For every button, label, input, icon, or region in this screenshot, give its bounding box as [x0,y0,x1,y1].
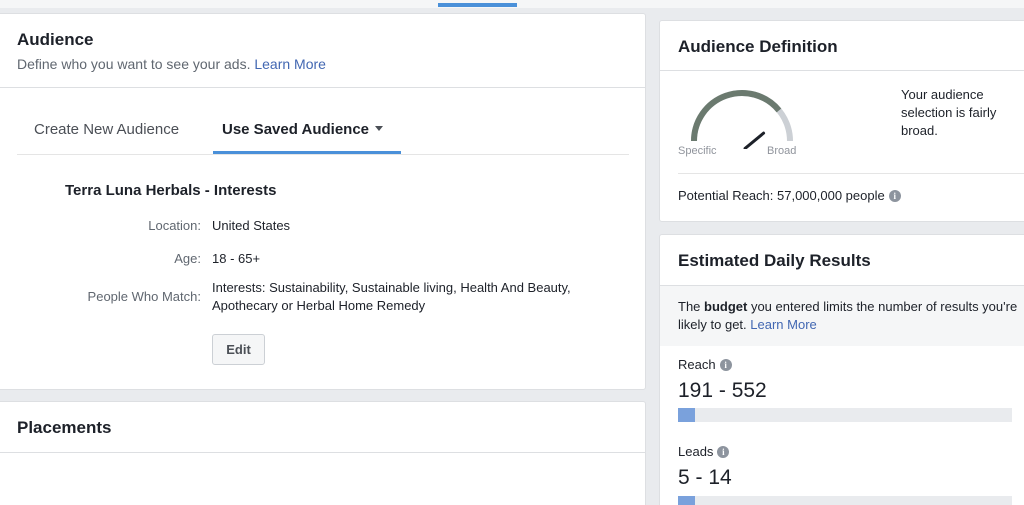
tab-use-saved-audience-label: Use Saved Audience [222,121,370,138]
placements-card: Placements [0,401,646,505]
top-tab-indicator [438,3,517,7]
potential-reach-text: Potential Reach: 57,000,000 people [678,188,885,203]
budget-note-text: The budget you entered limits the number… [678,298,1018,334]
info-icon[interactable]: i [888,189,901,202]
location-label: Location: [148,218,201,233]
leads-label: Leads i [678,444,730,459]
leads-bar-fill [678,496,695,505]
tab-create-new-audience[interactable]: Create New Audience [34,121,179,138]
audience-definition-description: Your audience selection is fairly broad. [901,87,997,138]
budget-note-before: The [678,299,705,314]
audience-gauge [691,90,793,149]
budget-note: The budget you entered limits the number… [660,286,1024,346]
reach-label-text: Reach [678,357,716,372]
audience-card: Audience Define who you want to see your… [0,13,646,390]
info-icon[interactable]: i [717,445,730,458]
active-tab-underline [213,151,401,154]
reach-bar [678,408,1012,422]
location-value: United States [212,218,291,233]
tab-use-saved-audience[interactable]: Use Saved Audience [222,121,384,138]
audience-title: Audience [17,30,94,49]
people-match-value: Interests: Sustainability, Sustainable l… [212,279,571,315]
reach-value: 191 - 552 [678,379,767,402]
people-match-line-2: Apothecary or Herbal Home Remedy [212,298,426,313]
placements-divider [0,452,645,453]
audience-definition-card: Audience Definition Specific Broad Your … [659,20,1024,222]
gauge-track [691,90,793,142]
caret-down-icon [375,125,384,131]
budget-note-bold: budget [704,299,748,314]
reach-bar-fill [678,408,695,422]
audience-subtitle-text: Define who you want to see your ads. [17,56,251,72]
saved-audience-name: Terra Luna Herbals - Interests [65,182,277,199]
audience-learn-more-link[interactable]: Learn More [254,56,326,72]
leads-value: 5 - 14 [678,466,732,489]
age-value: 18 - 65+ [212,251,261,266]
gauge-broad-label: Broad [767,145,797,157]
edit-button[interactable]: Edit [212,334,265,365]
leads-label-text: Leads [678,444,714,459]
audience-subtitle: Define who you want to see your ads. Lea… [17,56,326,72]
gauge-needle [743,131,766,149]
age-label: Age: [174,251,201,266]
definition-inner-divider [678,173,1024,174]
people-match-label: People Who Match: [87,289,201,304]
reach-label: Reach i [678,357,732,372]
gauge-level-arc [691,90,782,142]
leads-bar [678,496,1012,505]
estimated-results-title: Estimated Daily Results [678,251,871,270]
estimated-daily-results-card: Estimated Daily Results The budget you e… [659,234,1024,505]
audience-tabs: Create New Audience Use Saved Audience [17,109,629,155]
gauge-specific-label: Specific [678,145,717,157]
placements-title: Placements [17,418,112,437]
audience-header: Audience Define who you want to see your… [0,14,645,88]
estimated-learn-more-link[interactable]: Learn More [750,317,816,332]
audience-definition-title: Audience Definition [678,37,838,56]
info-icon[interactable]: i [719,358,732,371]
definition-divider [660,70,1024,71]
potential-reach: Potential Reach: 57,000,000 people i [678,188,901,203]
people-match-line-1: Interests: Sustainability, Sustainable l… [212,280,571,295]
